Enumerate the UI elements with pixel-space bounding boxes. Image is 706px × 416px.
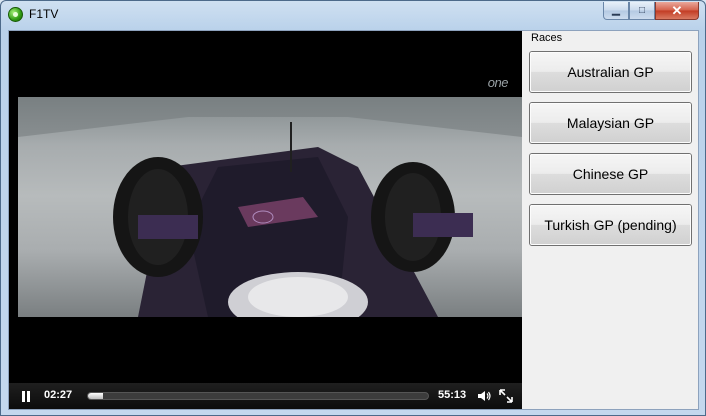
total-time: 55:13 [438,389,467,401]
minimize-icon: ▁ [612,5,620,16]
maximize-button[interactable]: □ [629,2,655,20]
onboard-camera-image [18,97,522,317]
maximize-icon: □ [638,5,646,16]
close-icon: ✕ [671,2,683,18]
app-window: F1TV ▁ □ ✕ one 02:27 55:13 Races Austral… [0,0,706,416]
race-button-malaysian-gp[interactable]: Malaysian GP [529,102,692,144]
race-button-australian-gp[interactable]: Australian GP [529,51,692,93]
pause-icon[interactable] [21,391,31,402]
video-player[interactable]: one 02:27 55:13 [9,31,522,409]
channel-logo: one [487,75,509,90]
seek-bar[interactable] [87,392,429,400]
window-title: F1TV [29,7,59,21]
seek-progress [88,393,103,399]
playback-controls: 02:27 55:13 [9,383,522,409]
current-time: 02:27 [44,389,73,401]
volume-icon[interactable] [477,389,491,403]
race-button-chinese-gp[interactable]: Chinese GP [529,153,692,195]
title-bar[interactable]: F1TV ▁ □ ✕ [1,1,705,29]
client-area: one 02:27 55:13 Races Australian GP Mala… [8,30,699,410]
races-heading: Races [531,32,563,44]
close-button[interactable]: ✕ [655,2,699,20]
minimize-button[interactable]: ▁ [603,2,629,20]
race-button-turkish-gp[interactable]: Turkish GP (pending) [529,204,692,246]
video-frame[interactable] [18,97,522,317]
fullscreen-icon[interactable] [499,389,513,403]
races-panel: Races Australian GP Malaysian GP Chinese… [522,31,698,409]
app-icon[interactable] [8,7,23,22]
caption-buttons: ▁ □ ✕ [603,2,699,21]
